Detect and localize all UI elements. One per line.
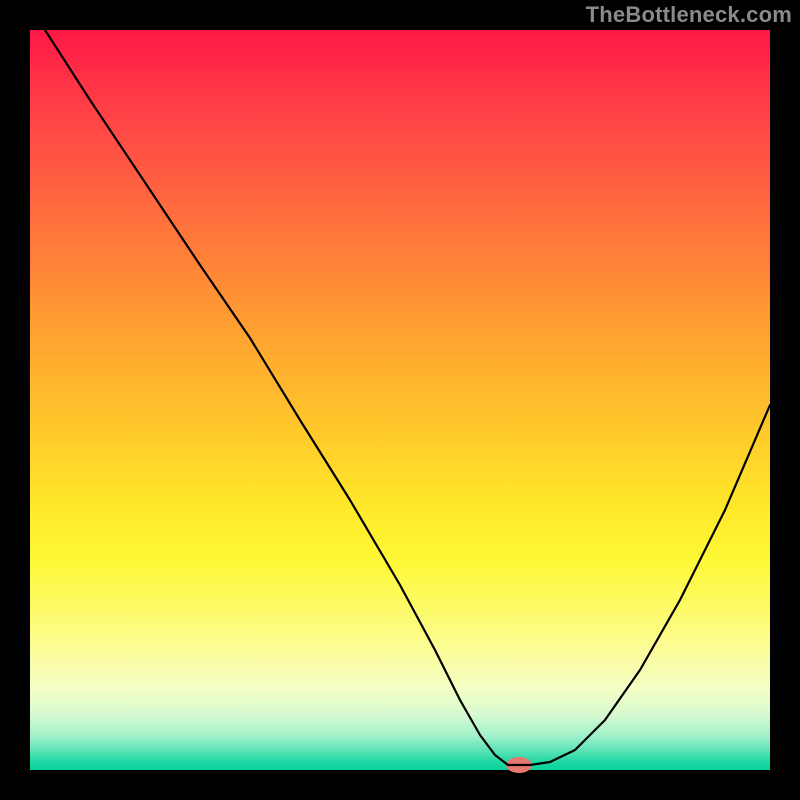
plot-area bbox=[30, 30, 770, 770]
chart-frame: TheBottleneck.com bbox=[0, 0, 800, 800]
curve-svg bbox=[30, 30, 770, 770]
bottleneck-curve bbox=[45, 30, 770, 765]
watermark-text: TheBottleneck.com bbox=[586, 2, 792, 28]
